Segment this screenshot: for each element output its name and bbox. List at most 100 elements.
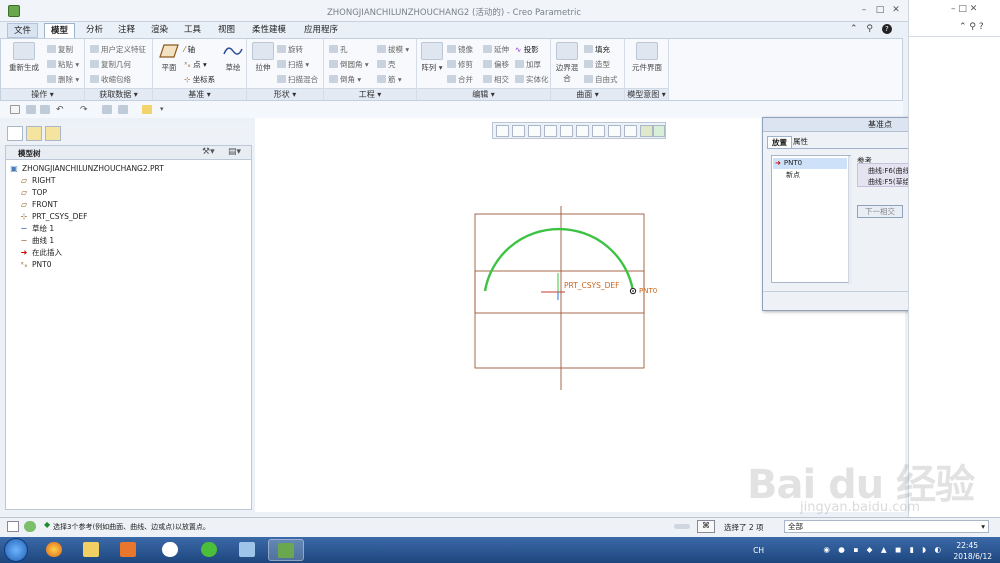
clock-time[interactable]: 22:45 — [956, 541, 978, 550]
taskbar-app-paint[interactable] — [230, 539, 266, 561]
shrinkwrap-button[interactable]: 收缩包络 — [90, 74, 131, 85]
tab-file[interactable]: 文件 — [7, 23, 39, 38]
selected-count[interactable]: 选择了 2 项 — [724, 522, 764, 533]
paste-button[interactable]: 粘贴 ▾ — [47, 59, 79, 70]
repaint-icon[interactable] — [544, 125, 557, 137]
clock-date[interactable]: 2018/6/12 — [954, 552, 992, 561]
chamfer-button[interactable]: 倒角 ▾ — [329, 74, 361, 85]
draft-button[interactable]: 拔模 ▾ — [377, 44, 409, 55]
tab-render[interactable]: 渲染 — [145, 23, 174, 38]
extrude-button[interactable]: 拉伸 — [250, 42, 276, 73]
folder-browser-tab-icon[interactable] — [26, 126, 42, 141]
undo-icon[interactable]: ↶ — [56, 105, 66, 115]
point-button[interactable]: ˣₓ 点 ▾ — [184, 59, 207, 70]
group-label-shape[interactable]: 形状 ▾ — [247, 88, 323, 100]
fill-button[interactable]: 填充 — [584, 44, 610, 55]
tree-item-pnt0[interactable]: ˣₓ PNT0 — [19, 259, 51, 271]
datum-display-filter-icon[interactable] — [624, 125, 637, 137]
tray-icons[interactable]: ◉ ● ▪ ◆ ▲ ◼ ▮ ◗ ◐ — [823, 545, 944, 554]
filter-dropdown[interactable]: 全部 ▾ — [784, 520, 989, 533]
csys-button[interactable]: ⊹ 坐标系 — [184, 74, 215, 85]
shell-button[interactable]: 壳 — [377, 59, 396, 70]
collapse-ribbon-icon[interactable]: ⌃ — [850, 24, 858, 34]
group-label-surface[interactable]: 曲面 ▾ — [551, 88, 624, 100]
tree-item-right[interactable]: ▱ RIGHT — [19, 175, 56, 187]
saved-views-icon[interactable] — [576, 125, 589, 137]
favorites-tab-icon[interactable] — [45, 126, 61, 141]
group-label-operations[interactable]: 操作 ▾ — [1, 88, 84, 100]
udf-button[interactable]: 用户定义特征 — [90, 44, 146, 55]
language-indicator[interactable]: CH — [753, 546, 764, 555]
tab-applications[interactable]: 应用程序 — [298, 23, 344, 38]
zoom-out-icon[interactable] — [528, 125, 541, 137]
copy-button[interactable]: 复制 — [47, 44, 73, 55]
regenerate-button[interactable]: 重新生成 — [7, 42, 41, 73]
taskbar-app-creo[interactable] — [268, 539, 304, 561]
mirror-button[interactable]: 镜像 — [447, 44, 473, 55]
hole-button[interactable]: 孔 — [329, 44, 348, 55]
display-style-icon[interactable] — [560, 125, 573, 137]
tab-view[interactable]: 视图 — [212, 23, 241, 38]
extend-button[interactable]: 延伸 — [483, 44, 509, 55]
windows-icon[interactable] — [118, 105, 128, 114]
swept-blend-button[interactable]: 扫描混合 — [277, 74, 318, 85]
group-label-datum[interactable]: 基准 ▾ — [153, 88, 246, 100]
axis-button[interactable]: ⁄ 轴 — [184, 44, 195, 55]
point-list-scrollbar[interactable] — [848, 156, 852, 284]
toggle-navigator-icon[interactable] — [7, 521, 19, 532]
help-icon[interactable]: ? — [881, 24, 892, 34]
pattern-button[interactable]: 阵列 ▾ — [420, 42, 444, 73]
component-interface-button[interactable]: 元件界面 — [630, 42, 664, 73]
next-intersection-button[interactable]: 下一相交 — [857, 205, 903, 218]
taskbar-app-media[interactable] — [111, 539, 147, 561]
save-icon[interactable] — [40, 105, 50, 114]
model-tree-tab-icon[interactable] — [7, 126, 23, 141]
group-label-get-data[interactable]: 获取数据 ▾ — [85, 88, 152, 100]
spin-center-icon[interactable] — [653, 125, 665, 137]
copy-geometry-button[interactable]: 复制几何 — [90, 59, 131, 70]
solidify-button[interactable]: 实体化 — [515, 74, 549, 85]
regen-small-icon[interactable] — [102, 105, 112, 114]
tree-columns-icon[interactable]: ▤▾ — [228, 147, 241, 157]
project-button[interactable]: ∿ 投影 — [515, 44, 539, 55]
tree-item-front[interactable]: ▱ FRONT — [19, 199, 58, 211]
group-label-engineering[interactable]: 工程 ▾ — [324, 88, 416, 100]
taskbar-app-explorer[interactable] — [74, 539, 110, 561]
tree-item-curve[interactable]: ∼ 曲线 1 — [19, 235, 55, 247]
redo-icon[interactable]: ↷ — [80, 105, 90, 115]
tab-annotate[interactable]: 注释 — [112, 23, 141, 38]
point-list-item-new[interactable]: 新点 — [786, 170, 800, 181]
annotation-display-icon[interactable] — [640, 125, 653, 137]
tab-analysis[interactable]: 分析 — [80, 23, 109, 38]
delete-button[interactable]: 删除 ▾ — [47, 74, 79, 85]
tab-model[interactable]: 模型 — [44, 23, 76, 38]
new-icon[interactable] — [10, 105, 20, 114]
thicken-button[interactable]: 加厚 — [515, 59, 541, 70]
refit-icon[interactable] — [496, 125, 509, 137]
taskbar-app-cloud[interactable] — [153, 539, 189, 561]
selection-filter-icon[interactable]: ⌘ — [697, 520, 715, 533]
sweep-button[interactable]: 扫描 ▾ — [277, 59, 309, 70]
merge-button[interactable]: 合并 — [447, 74, 473, 85]
tree-item-top[interactable]: ▱ TOP — [19, 187, 47, 199]
open-icon[interactable] — [26, 105, 36, 114]
perspective-icon[interactable] — [608, 125, 621, 137]
round-button[interactable]: 倒圆角 ▾ — [329, 59, 369, 70]
group-label-model-intent[interactable]: 模型意图 ▾ — [625, 88, 668, 100]
view-manager-icon[interactable] — [592, 125, 605, 137]
plane-button[interactable]: 平面 — [156, 42, 182, 73]
rib-button[interactable]: 筋 ▾ — [377, 74, 402, 85]
boundary-blend-button[interactable]: 边界混合 — [554, 42, 580, 84]
start-button[interactable] — [4, 538, 28, 562]
tree-item-sketch[interactable]: ∽ 草绘 1 — [19, 223, 55, 235]
tree-item-insert-here[interactable]: ➜ 在此插入 — [19, 247, 62, 259]
tree-item-csys[interactable]: ⊹ PRT_CSYS_DEF — [19, 211, 88, 223]
tree-item-part[interactable]: ▣ ZHONGJIANCHILUNZHOUCHANG2.PRT — [9, 163, 164, 175]
style-button[interactable]: 造型 — [584, 59, 610, 70]
zoom-in-icon[interactable] — [512, 125, 525, 137]
intersect-button[interactable]: 相交 — [483, 74, 509, 85]
tree-settings-icon[interactable]: ⚒▾ — [202, 147, 215, 157]
offset-button[interactable]: 偏移 — [483, 59, 509, 70]
close-button[interactable]: ✕ — [887, 4, 905, 17]
trim-button[interactable]: 修剪 — [447, 59, 473, 70]
